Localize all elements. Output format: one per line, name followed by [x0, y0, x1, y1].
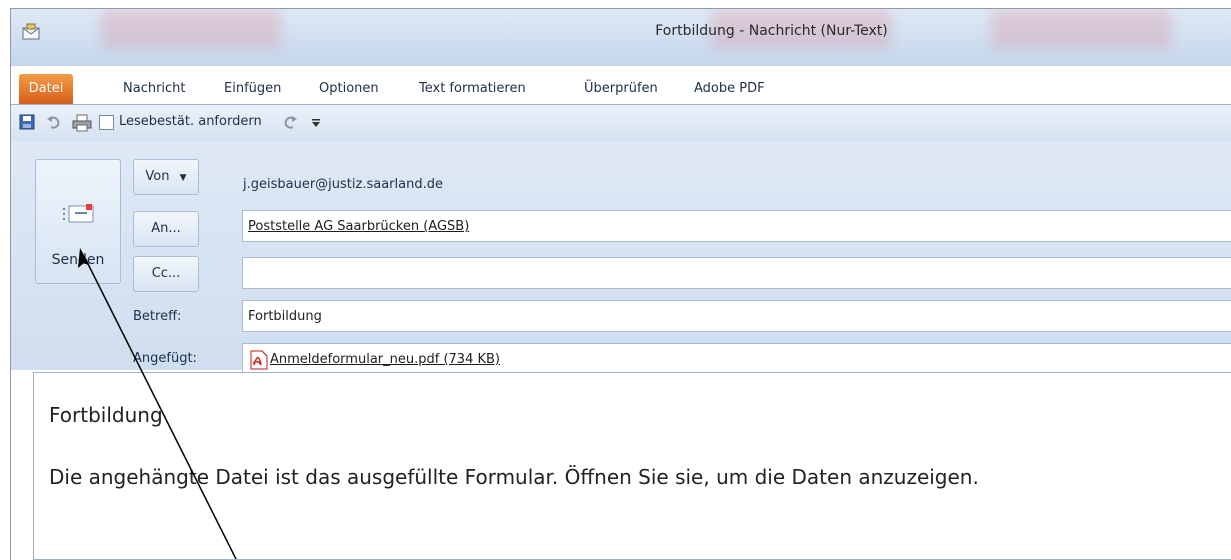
tab-text-formatieren[interactable]: Text formatieren	[419, 74, 526, 104]
tab-optionen[interactable]: Optionen	[319, 74, 379, 104]
save-icon[interactable]	[19, 114, 35, 130]
send-button[interactable]: Senden	[35, 159, 121, 284]
print-icon[interactable]	[72, 114, 92, 132]
read-receipt-checkbox[interactable]	[99, 115, 114, 130]
quick-access-toolbar: Lesebestät. anfordern	[11, 104, 1231, 142]
from-value: j.geisbauer@justiz.saarland.de	[243, 177, 443, 192]
tab-ueberpruefen[interactable]: Überprüfen	[584, 74, 658, 104]
to-button[interactable]: An...	[133, 211, 199, 247]
tab-adobe-pdf[interactable]: Adobe PDF	[694, 74, 765, 104]
title-bar: Fortbildung - Nachricht (Nur-Text)	[11, 9, 1231, 66]
customize-dropdown-icon[interactable]	[311, 118, 321, 128]
cc-field[interactable]	[242, 257, 1231, 289]
subject-field[interactable]: Fortbildung	[242, 300, 1231, 332]
chevron-down-icon: ▼	[179, 173, 187, 183]
message-header: Senden Von ▼ j.geisbauer@justiz.saarland…	[11, 141, 1231, 375]
to-field[interactable]: Poststelle AG Saarbrücken (AGSB)	[242, 210, 1231, 242]
tab-nachricht[interactable]: Nachricht	[123, 74, 186, 104]
send-icon	[63, 204, 94, 223]
cc-button[interactable]: Cc...	[133, 256, 199, 292]
tab-einfuegen[interactable]: Einfügen	[224, 74, 281, 104]
outlook-compose-window: Fortbildung - Nachricht (Nur-Text) Datei…	[10, 8, 1231, 560]
from-label: Von	[145, 169, 170, 184]
window-title: Fortbildung - Nachricht (Nur-Text)	[655, 23, 888, 39]
ribbon-tabs: Datei Nachricht Einfügen Optionen Text f…	[11, 74, 1231, 104]
redo-icon[interactable]	[281, 114, 299, 130]
message-body[interactable]: Fortbildung Die angehängte Datei ist das…	[33, 372, 1231, 560]
pdf-icon	[250, 350, 268, 370]
body-line-1: Fortbildung	[49, 403, 163, 427]
send-label: Senden	[51, 252, 105, 268]
body-line-2: Die angehängte Datei ist das ausgefüllte…	[49, 465, 979, 489]
read-receipt-label: Lesebestät. anfordern	[119, 114, 262, 129]
to-recipient[interactable]: Poststelle AG Saarbrücken (AGSB)	[248, 219, 469, 234]
attached-label: Angefügt:	[133, 351, 197, 366]
tab-datei[interactable]: Datei	[19, 74, 73, 104]
undo-icon[interactable]	[46, 114, 62, 130]
from-button[interactable]: Von ▼	[133, 159, 199, 195]
subject-label: Betreff:	[133, 309, 182, 324]
attachment-field[interactable]: Anmeldeformular_neu.pdf (734 KB)	[242, 343, 1231, 375]
